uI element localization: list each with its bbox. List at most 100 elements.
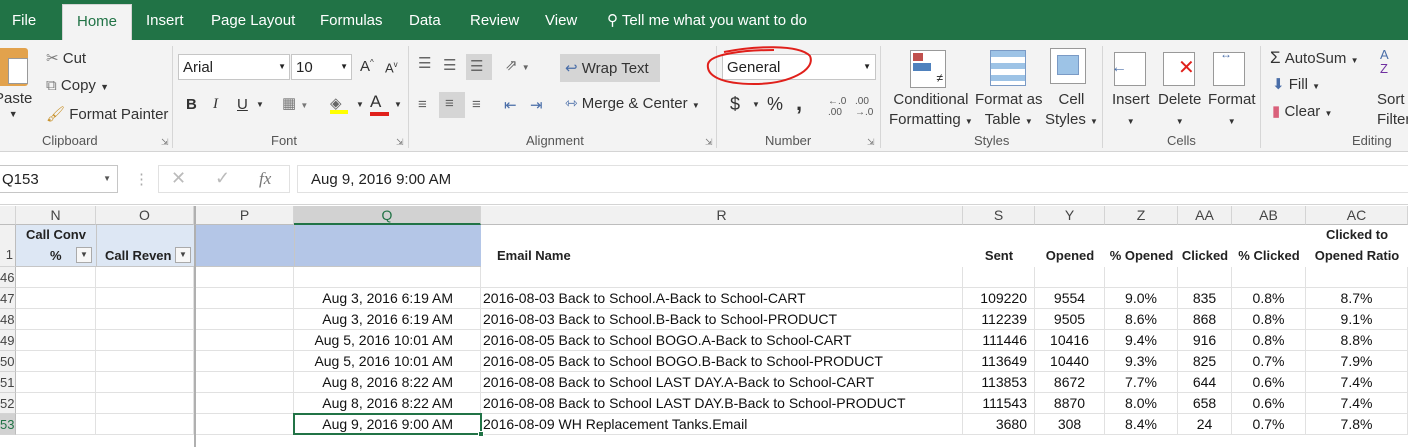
- table-cell-clicked[interactable]: [1178, 267, 1232, 288]
- table-cell[interactable]: [96, 267, 194, 288]
- align-middle-icon[interactable]: ☰: [443, 56, 456, 74]
- align-right-icon[interactable]: ≡: [472, 96, 481, 113]
- table-cell-sent[interactable]: 112239: [963, 309, 1035, 330]
- table-cell[interactable]: [196, 393, 294, 414]
- tab-data[interactable]: Data: [409, 13, 441, 29]
- table-cell-date[interactable]: Aug 3, 2016 6:19 AM: [294, 288, 481, 309]
- table-cell-pct-clicked[interactable]: [1232, 267, 1306, 288]
- table-cell-pct-opened[interactable]: 8.0%: [1105, 393, 1178, 414]
- table-cell-clicked[interactable]: 644: [1178, 372, 1232, 393]
- table-cell-ratio[interactable]: 8.7%: [1306, 288, 1408, 309]
- align-bottom-icon[interactable]: ☰: [466, 54, 492, 80]
- table-cell-pct-clicked[interactable]: 0.6%: [1232, 372, 1306, 393]
- table-cell-sent[interactable]: 113649: [963, 351, 1035, 372]
- table-cell-pct-clicked[interactable]: 0.8%: [1232, 309, 1306, 330]
- increase-font-size-button[interactable]: A^: [360, 58, 374, 75]
- table-cell-ratio[interactable]: 8.8%: [1306, 330, 1408, 351]
- table-cell-pct-opened[interactable]: 9.0%: [1105, 288, 1178, 309]
- fill-handle[interactable]: [478, 431, 484, 437]
- table-cell-pct-clicked[interactable]: 0.8%: [1232, 288, 1306, 309]
- borders-icon[interactable]: ▦ ▼: [282, 94, 308, 112]
- column-header-q[interactable]: Q: [294, 206, 481, 225]
- fill-color-icon[interactable]: ◈: [330, 94, 348, 114]
- column-header-o[interactable]: O: [96, 206, 194, 225]
- comma-button[interactable]: ,: [796, 90, 802, 116]
- table-cell-pct-opened[interactable]: 7.7%: [1105, 372, 1178, 393]
- insert-cells-button[interactable]: Insert ▼: [1112, 90, 1150, 132]
- table-cell[interactable]: [96, 288, 194, 309]
- table-cell[interactable]: [196, 330, 294, 351]
- row-header[interactable]: 47: [0, 288, 16, 309]
- paste-button[interactable]: Paste ▼: [0, 48, 32, 119]
- row-header[interactable]: 49: [0, 330, 16, 351]
- table-cell[interactable]: [196, 351, 294, 372]
- table-cell-email[interactable]: 2016-08-05 Back to School BOGO.A-Back to…: [481, 330, 963, 351]
- table-cell-pct-clicked[interactable]: 0.7%: [1232, 414, 1306, 435]
- cut-button[interactable]: ✂ Cut: [46, 49, 86, 67]
- decrease-indent-icon[interactable]: ⇤: [504, 96, 517, 114]
- table-cell-opened[interactable]: 308: [1035, 414, 1105, 435]
- table-cell[interactable]: [96, 372, 194, 393]
- table-cell-opened[interactable]: [1035, 267, 1105, 288]
- decrease-decimal-icon[interactable]: .00 →.0: [855, 96, 873, 118]
- row-header[interactable]: 1: [0, 225, 16, 267]
- table-cell[interactable]: [16, 288, 96, 309]
- tab-formulas[interactable]: Formulas: [320, 13, 383, 29]
- table-cell-opened[interactable]: 8672: [1035, 372, 1105, 393]
- font-name-select[interactable]: Arial ▼: [178, 54, 290, 80]
- align-center-icon[interactable]: ≡: [439, 92, 465, 118]
- row-header[interactable]: 50: [0, 351, 16, 372]
- chevron-down-icon[interactable]: ▼: [752, 100, 760, 109]
- table-cell[interactable]: [16, 267, 96, 288]
- tab-home[interactable]: Home: [62, 4, 133, 40]
- filter-dropdown-icon[interactable]: ▼: [76, 247, 92, 263]
- row-header[interactable]: 46: [0, 267, 16, 288]
- column-header-p[interactable]: P: [194, 206, 294, 225]
- chevron-down-icon[interactable]: ▼: [356, 100, 364, 109]
- chevron-down-icon[interactable]: ▼: [256, 100, 264, 109]
- table-cell-clicked[interactable]: 868: [1178, 309, 1232, 330]
- table-cell-date[interactable]: Aug 3, 2016 6:19 AM: [294, 309, 481, 330]
- table-cell-email[interactable]: 2016-08-08 Back to School LAST DAY.B-Bac…: [481, 393, 963, 414]
- align-left-icon[interactable]: ≡: [418, 96, 427, 113]
- table-cell[interactable]: [16, 393, 96, 414]
- sort-filter-button[interactable]: Sort Filter: [1377, 90, 1408, 130]
- table-cell[interactable]: [196, 288, 294, 309]
- wrap-text-button[interactable]: ↩ Wrap Text: [560, 54, 660, 82]
- table-cell[interactable]: [16, 351, 96, 372]
- table-cell-pct-opened[interactable]: [1105, 267, 1178, 288]
- format-as-table-button[interactable]: Format as Table ▼: [975, 90, 1043, 132]
- table-cell-pct-clicked[interactable]: 0.8%: [1232, 330, 1306, 351]
- table-cell-clicked[interactable]: 658: [1178, 393, 1232, 414]
- tab-review[interactable]: Review: [470, 13, 519, 29]
- align-top-icon[interactable]: ☰: [418, 54, 431, 72]
- table-cell-pct-clicked[interactable]: 0.7%: [1232, 351, 1306, 372]
- bold-button[interactable]: B: [186, 96, 197, 113]
- row-header[interactable]: 53: [0, 414, 16, 435]
- table-cell-opened[interactable]: 8870: [1035, 393, 1105, 414]
- table-cell-date[interactable]: Aug 5, 2016 10:01 AM: [294, 330, 481, 351]
- table-cell-clicked[interactable]: 835: [1178, 288, 1232, 309]
- column-header-s[interactable]: S: [963, 206, 1035, 225]
- tab-insert[interactable]: Insert: [146, 13, 184, 29]
- table-cell-ratio[interactable]: 7.4%: [1306, 393, 1408, 414]
- cancel-icon[interactable]: ✕: [171, 168, 186, 189]
- select-all-corner[interactable]: [0, 206, 16, 225]
- table-cell-clicked[interactable]: 825: [1178, 351, 1232, 372]
- table-cell-email[interactable]: [481, 267, 963, 288]
- italic-button[interactable]: I: [213, 96, 218, 113]
- table-cell-ratio[interactable]: 7.4%: [1306, 372, 1408, 393]
- merge-center-button[interactable]: ⇿ Merge & Center ▼: [565, 94, 700, 112]
- row-header[interactable]: 51: [0, 372, 16, 393]
- table-cell-opened[interactable]: 10416: [1035, 330, 1105, 351]
- table-cell-pct-clicked[interactable]: 0.6%: [1232, 393, 1306, 414]
- fill-button[interactable]: ⬇ Fill ▼: [1272, 75, 1320, 93]
- table-cell-clicked[interactable]: 916: [1178, 330, 1232, 351]
- table-cell[interactable]: [96, 309, 194, 330]
- delete-cells-button[interactable]: Delete ▼: [1158, 90, 1201, 132]
- dialog-launcher-icon[interactable]: ⇲: [705, 137, 713, 148]
- table-cell-email[interactable]: 2016-08-03 Back to School.A-Back to Scho…: [481, 288, 963, 309]
- table-cell-sent[interactable]: [963, 267, 1035, 288]
- cell-styles-button[interactable]: Cell Styles ▼: [1045, 90, 1098, 132]
- table-cell[interactable]: [196, 267, 294, 288]
